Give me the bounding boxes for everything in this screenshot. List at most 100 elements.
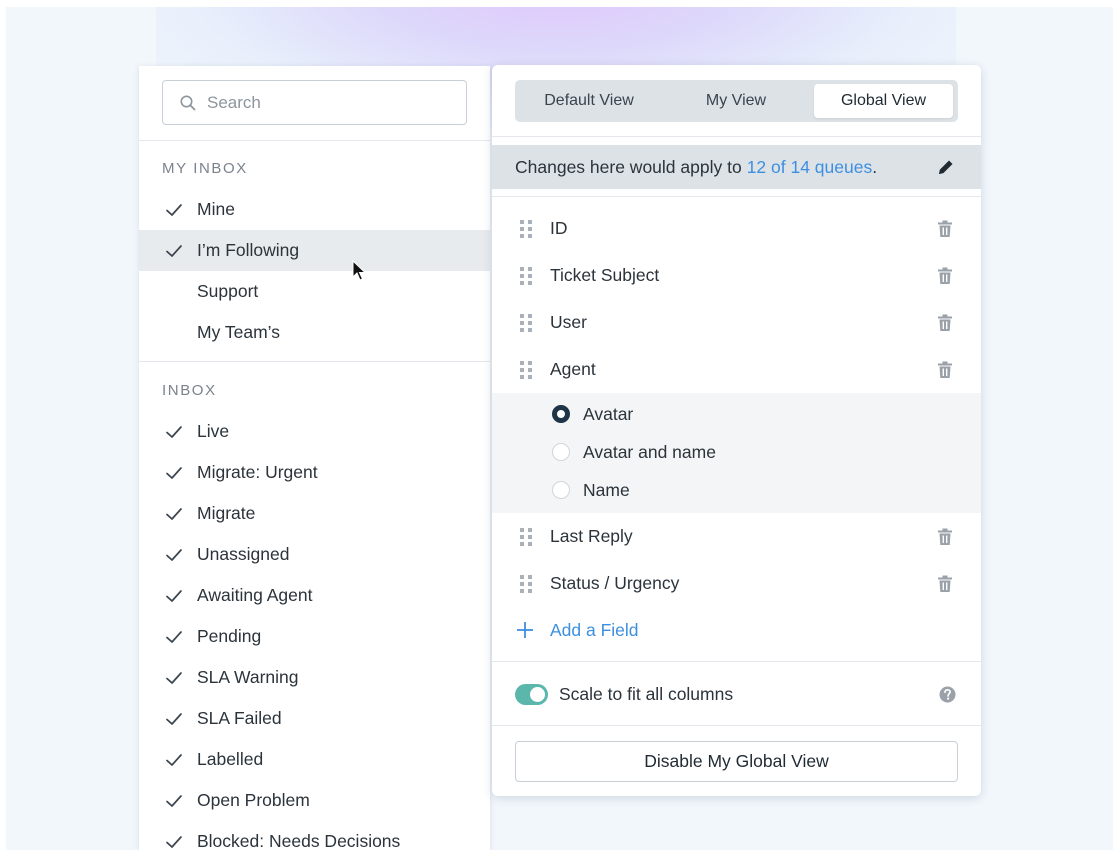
checkmark-icon xyxy=(166,203,182,216)
drag-handle-icon[interactable] xyxy=(519,266,533,286)
scale-toggle-row: Scale to fit all columns xyxy=(492,671,981,717)
trash-icon[interactable] xyxy=(937,220,953,238)
queue-item-label: My Team’s xyxy=(197,322,280,342)
agent-display-option-label: Avatar and name xyxy=(583,441,716,462)
queue-item[interactable]: My Team’s xyxy=(139,312,490,353)
queue-item-label: Awaiting Agent xyxy=(197,585,313,605)
tab-my-view[interactable]: My View xyxy=(665,84,807,118)
column-field-row: Ticket Subject xyxy=(492,252,981,299)
disable-global-view-button[interactable]: Disable My Global View xyxy=(515,741,958,782)
trash-icon[interactable] xyxy=(937,528,953,546)
queue-item-label: Labelled xyxy=(197,749,264,769)
search-input[interactable] xyxy=(207,92,447,113)
agent-display-option[interactable]: Avatar xyxy=(492,395,981,433)
checkmark-icon xyxy=(166,794,182,807)
column-field-label: Agent xyxy=(550,359,596,379)
drag-handle-icon[interactable] xyxy=(519,574,533,594)
checkmark-icon xyxy=(166,548,182,561)
section-title-inbox: INBOX xyxy=(162,382,217,399)
column-field-row: Status / Urgency xyxy=(492,560,981,607)
divider xyxy=(492,725,981,726)
section-title-my-inbox: MY INBOX xyxy=(162,160,248,177)
checkmark-icon xyxy=(166,753,182,766)
drag-handle-icon[interactable] xyxy=(519,360,533,380)
radio-selected[interactable] xyxy=(552,405,570,423)
notice-suffix: . xyxy=(872,156,878,177)
column-field-row: Agent xyxy=(492,346,981,393)
view-tabs: Default View My View Global View xyxy=(515,80,958,122)
queue-item[interactable]: Mine xyxy=(139,189,490,230)
queue-item[interactable]: Open Problem xyxy=(139,780,490,821)
queue-item-label: SLA Failed xyxy=(197,708,282,728)
plus-icon xyxy=(517,622,533,638)
add-field-label: Add a Field xyxy=(550,619,639,640)
queues-link[interactable]: 12 of 14 queues xyxy=(747,157,873,178)
radio-unselected[interactable] xyxy=(552,443,570,461)
column-field-row: User xyxy=(492,299,981,346)
queue-item-label: Migrate: Urgent xyxy=(197,462,318,482)
queue-item[interactable]: Support xyxy=(139,271,490,312)
tab-global-view[interactable]: Global View xyxy=(814,84,953,118)
drag-handle-icon[interactable] xyxy=(519,527,533,547)
column-field-label: Last Reply xyxy=(550,526,633,546)
global-view-notice: Changes here would apply to 12 of 14 que… xyxy=(492,145,981,189)
queue-item-label: Migrate xyxy=(197,503,256,523)
checkmark-icon xyxy=(166,507,182,520)
column-field-label: Ticket Subject xyxy=(550,265,660,285)
checkmark-icon xyxy=(166,712,182,725)
help-icon[interactable] xyxy=(939,686,956,703)
agent-display-option[interactable]: Name xyxy=(492,471,981,509)
queue-item-label: Unassigned xyxy=(197,544,290,564)
mouse-cursor-icon xyxy=(352,260,367,281)
trash-icon[interactable] xyxy=(937,267,953,285)
column-field-label: ID xyxy=(550,218,568,238)
drag-handle-icon[interactable] xyxy=(519,313,533,333)
divider xyxy=(139,140,490,141)
queue-item[interactable]: Migrate xyxy=(139,493,490,534)
scale-toggle[interactable] xyxy=(515,683,548,705)
checkmark-icon xyxy=(166,425,182,438)
queue-item-label: Blocked: Needs Decisions xyxy=(197,831,401,850)
queue-item-label: SLA Warning xyxy=(197,667,299,687)
checkmark-icon xyxy=(166,466,182,479)
queue-item[interactable]: SLA Failed xyxy=(139,698,490,739)
agent-display-option[interactable]: Avatar and name xyxy=(492,433,981,471)
queue-item-label: I’m Following xyxy=(197,240,300,260)
checkmark-icon xyxy=(166,244,182,257)
search-box[interactable] xyxy=(162,80,467,125)
add-field-button[interactable]: Add a Field xyxy=(515,615,639,645)
checkmark-icon xyxy=(166,630,182,643)
queue-item[interactable]: Pending xyxy=(139,616,490,657)
agent-display-options: Avatar Avatar and name Name xyxy=(492,393,981,513)
notice-text: Changes here would apply to xyxy=(515,156,742,177)
queue-item[interactable]: Blocked: Needs Decisions xyxy=(139,821,490,850)
divider xyxy=(492,661,981,662)
toggle-knob xyxy=(530,686,545,702)
queue-sidebar: MY INBOX Mine I’m Following Support My Team… xyxy=(139,66,490,850)
column-field-label: Status / Urgency xyxy=(550,573,680,593)
trash-icon[interactable] xyxy=(937,575,953,593)
queue-item-label: Pending xyxy=(197,626,262,646)
queue-item-label: Support xyxy=(197,281,259,301)
queue-item[interactable]: Awaiting Agent xyxy=(139,575,490,616)
divider xyxy=(492,196,981,197)
trash-icon[interactable] xyxy=(937,314,953,332)
tab-default-view[interactable]: Default View xyxy=(519,84,659,118)
divider xyxy=(139,361,490,362)
column-field-label: User xyxy=(550,312,587,332)
queue-item[interactable]: Unassigned xyxy=(139,534,490,575)
queue-item[interactable]: Migrate: Urgent xyxy=(139,452,490,493)
trash-icon[interactable] xyxy=(937,361,953,379)
checkmark-icon xyxy=(166,589,182,602)
radio-unselected[interactable] xyxy=(552,481,570,499)
drag-handle-icon[interactable] xyxy=(519,219,533,239)
column-field-row: Last Reply xyxy=(492,513,981,560)
queue-item[interactable]: Labelled xyxy=(139,739,490,780)
divider xyxy=(492,136,981,137)
pencil-icon[interactable] xyxy=(937,158,955,176)
queue-item[interactable]: I’m Following xyxy=(139,230,490,271)
queue-item[interactable]: SLA Warning xyxy=(139,657,490,698)
queue-item[interactable]: Live xyxy=(139,411,490,452)
checkmark-icon xyxy=(166,671,182,684)
queue-item-label: Mine xyxy=(197,199,235,219)
